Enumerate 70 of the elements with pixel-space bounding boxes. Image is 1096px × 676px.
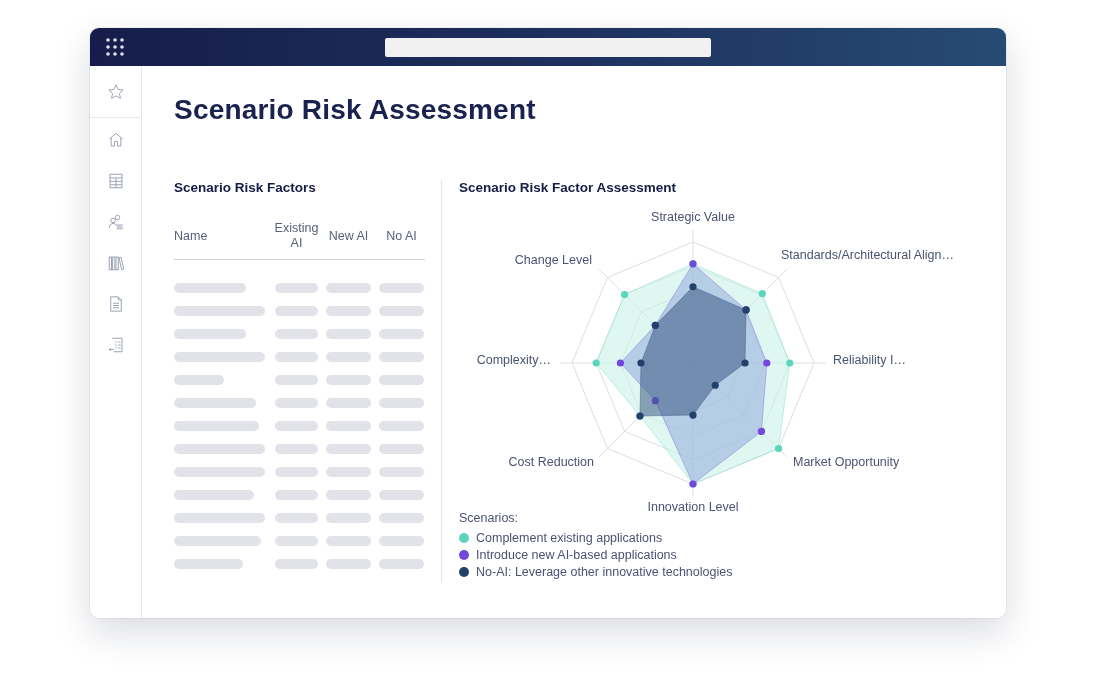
skeleton-bar [275, 421, 318, 431]
skeleton-bar [326, 559, 371, 569]
axis-label: Change Level [514, 253, 592, 267]
skeleton-bar [326, 536, 371, 546]
skeleton-bar [326, 490, 371, 500]
axis-label: Market Opportunity [793, 455, 900, 469]
books-icon[interactable] [106, 254, 125, 272]
skeleton-bar [379, 513, 424, 523]
skeleton-bar [275, 398, 318, 408]
skeleton-bar [379, 375, 424, 385]
skeleton-bar [275, 306, 318, 316]
skeleton-bar [275, 513, 318, 523]
skeleton-bar [379, 490, 424, 500]
skeleton-bar [275, 352, 318, 362]
skeleton-bar [326, 352, 371, 362]
skeleton-bar [275, 467, 318, 477]
skeleton-bar [379, 536, 424, 546]
skeleton-bar [379, 421, 424, 431]
axis-label: Reliability I… [833, 353, 906, 367]
axis-label: Cost Reduction [508, 455, 594, 469]
legend-title: Scenarios: [459, 511, 520, 525]
address-bar[interactable] [385, 37, 711, 57]
skeleton-bar [379, 329, 424, 339]
skeleton-bar [326, 421, 371, 431]
skeleton-bar [326, 306, 371, 316]
legend-label: No-AI: Leverage other innovative technologies [476, 565, 733, 579]
skeleton-bar [326, 375, 371, 385]
page-title: Scenario Risk Assessment [174, 94, 537, 126]
skeleton-bar [275, 490, 318, 500]
skeleton-bar [379, 306, 424, 316]
skeleton-bar [326, 329, 371, 339]
table-icon[interactable] [106, 172, 125, 190]
skeleton-bar [275, 444, 318, 454]
axis-label: Innovation Level [647, 500, 739, 514]
section-title: Scenario Risk Factor Assessment [459, 180, 678, 195]
home-icon[interactable] [106, 131, 125, 149]
skeleton-bar [326, 444, 371, 454]
star-icon[interactable] [106, 82, 125, 101]
skeleton-bar [326, 513, 371, 523]
axis-label: Strategic Value [651, 210, 735, 224]
legend-label: Complement existing applications [476, 531, 663, 545]
skeleton-bar [326, 467, 371, 477]
skeleton-bar [379, 467, 424, 477]
skeleton-bar [326, 283, 371, 293]
legend-label: Introduce new AI-based applications [476, 548, 677, 562]
axis-label: Standards/Architectural Align… [781, 248, 954, 262]
axis-label: Complexity… [476, 353, 551, 367]
skeleton-bar [275, 536, 318, 546]
skeleton-bar [275, 329, 318, 339]
section-title: Scenario Risk Factors [174, 180, 317, 195]
skeleton-bar [174, 375, 224, 385]
apps-grid-icon[interactable] [106, 38, 124, 56]
column-header: No AI [385, 228, 418, 244]
skeleton-bar [326, 398, 371, 408]
skeleton-bar [379, 398, 424, 408]
skeleton-bar [174, 329, 246, 339]
skeleton-bar [275, 559, 318, 569]
users-list-icon[interactable] [106, 213, 125, 231]
skeleton-bar [379, 559, 424, 569]
skeleton-bar [174, 559, 243, 569]
skeleton-bar [379, 352, 424, 362]
column-header: Name [174, 228, 208, 244]
checklist-icon[interactable] [106, 336, 125, 354]
column-header: New AI [327, 228, 370, 244]
skeleton-bar [275, 375, 318, 385]
skeleton-bar [275, 283, 318, 293]
skeleton-bar [174, 283, 246, 293]
skeleton-bar [379, 444, 424, 454]
skeleton-bar [379, 283, 424, 293]
column-header: Existing AI [273, 221, 320, 251]
